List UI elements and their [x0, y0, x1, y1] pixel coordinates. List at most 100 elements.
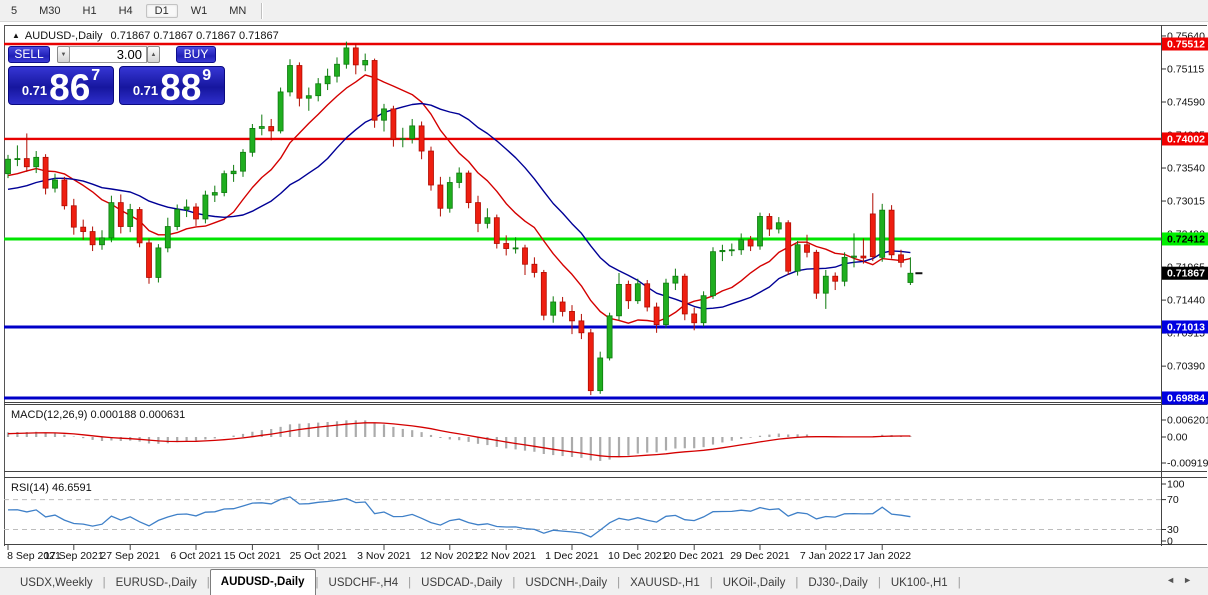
- chart-tab-usdx[interactable]: USDX,Weekly: [10, 571, 103, 595]
- candle-body: [344, 48, 349, 64]
- candle-body: [476, 203, 481, 224]
- candle-body: [325, 76, 330, 84]
- candle-body: [43, 157, 48, 188]
- buy-price-button[interactable]: 0.71889: [119, 66, 225, 105]
- candle-body: [852, 256, 857, 257]
- tab-separator: |: [958, 571, 961, 595]
- macd-axis-label: -0.009197: [1167, 458, 1208, 470]
- buy-button[interactable]: BUY: [176, 46, 216, 63]
- candle-body: [814, 252, 819, 293]
- chart-tab-xauusd[interactable]: XAUUSD-,H1: [620, 571, 710, 595]
- candle-body: [598, 358, 603, 391]
- candle-body: [617, 284, 622, 315]
- date-axis-label[interactable]: 17 Jan 2022: [853, 550, 911, 562]
- chart-tab-dj30[interactable]: DJ30-,Daily: [798, 571, 877, 595]
- hline-price-label: 0.69884: [1167, 392, 1205, 404]
- date-axis-label[interactable]: 15 Oct 2021: [224, 550, 281, 562]
- candle-body: [306, 96, 311, 99]
- candle-body: [90, 232, 95, 245]
- chart-tab-uk100[interactable]: UK100-,H1: [881, 571, 958, 595]
- volume-increase-button[interactable]: ▲: [147, 46, 160, 63]
- candle-body: [81, 227, 86, 231]
- candle-body: [889, 210, 894, 255]
- candle-body: [541, 272, 546, 315]
- date-axis-label[interactable]: 25 Oct 2021: [290, 550, 347, 562]
- price-axis-label: 0.74590: [1167, 96, 1205, 108]
- timeframe-button-mn[interactable]: MN: [220, 4, 255, 18]
- rsi-axis-label: 100: [1167, 479, 1185, 491]
- candle-body: [231, 171, 236, 174]
- candle-body: [523, 248, 528, 264]
- date-axis-label[interactable]: 27 Sep 2021: [100, 550, 160, 562]
- candle-body: [758, 216, 763, 246]
- date-axis-label[interactable]: 1 Dec 2021: [545, 550, 599, 562]
- rsi-label: RSI(14) 46.6591: [11, 482, 92, 494]
- date-axis-label[interactable]: 17 Sep 2021: [44, 550, 104, 562]
- hline-price-label: 0.71013: [1167, 321, 1205, 333]
- date-axis-label[interactable]: 20 Dec 2021: [664, 550, 724, 562]
- candle-body: [241, 152, 246, 171]
- sell-price-button[interactable]: 0.71867: [8, 66, 114, 105]
- candle-body: [654, 307, 659, 325]
- volume-input[interactable]: [69, 46, 147, 63]
- candle-body: [62, 180, 67, 206]
- chart-tab-eurusd[interactable]: EURUSD-,Daily: [106, 571, 207, 595]
- date-axis-label[interactable]: 12 Nov 2021: [420, 550, 480, 562]
- candle-body: [551, 302, 556, 315]
- collapse-triangle-icon[interactable]: ▲: [12, 31, 20, 40]
- date-axis-label[interactable]: 6 Oct 2021: [170, 550, 222, 562]
- candle-body: [391, 109, 396, 139]
- date-axis-label[interactable]: 29 Dec 2021: [730, 550, 790, 562]
- current-price-label: 0.71867: [1167, 268, 1205, 280]
- chart-tab-audusd[interactable]: AUDUSD-,Daily: [210, 569, 316, 595]
- date-axis-label[interactable]: 3 Nov 2021: [357, 550, 411, 562]
- timeframe-button-w1[interactable]: W1: [182, 4, 217, 18]
- sell-button[interactable]: SELL: [8, 46, 50, 63]
- timeframe-button-d1[interactable]: D1: [146, 4, 178, 18]
- timeframe-button-h1[interactable]: H1: [74, 4, 106, 18]
- candle-body: [419, 126, 424, 151]
- candle-body: [880, 210, 885, 257]
- price-axis-label: 0.73015: [1167, 196, 1205, 208]
- macd-axis-label: 0.00: [1167, 432, 1188, 444]
- timeframe-button-5[interactable]: 5: [2, 4, 26, 18]
- macd-axis-label: 0.006201: [1167, 415, 1208, 427]
- date-axis-label[interactable]: 10 Dec 2021: [608, 550, 668, 562]
- date-axis-label[interactable]: 22 Nov 2021: [476, 550, 536, 562]
- candle-body: [635, 284, 640, 301]
- chart-tab-usdcnh[interactable]: USDCNH-,Daily: [515, 571, 617, 595]
- price-axis-label: 0.70390: [1167, 361, 1205, 373]
- candle-body: [899, 255, 904, 263]
- rsi-axis-label: 30: [1167, 524, 1179, 536]
- candle-body: [184, 207, 189, 210]
- candle-body: [100, 238, 105, 245]
- timeframe-button-m30[interactable]: M30: [30, 4, 69, 18]
- candle-body: [335, 64, 340, 76]
- candle-body: [767, 216, 772, 229]
- candle-body: [156, 248, 161, 278]
- macd-label: MACD(12,26,9) 0.000188 0.000631: [11, 409, 185, 421]
- candle-body: [118, 203, 123, 227]
- candle-body: [720, 250, 725, 251]
- candle-body: [259, 127, 264, 129]
- candle-body: [513, 248, 518, 249]
- chart-title: ▲AUDUSD-,Daily0.71867 0.71867 0.71867 0.…: [12, 30, 279, 42]
- candle-body: [466, 173, 471, 203]
- candle-body: [288, 66, 293, 92]
- price-axis-label: 0.73540: [1167, 163, 1205, 175]
- candle-body: [109, 203, 114, 238]
- chart-tab-usdchf[interactable]: USDCHF-,H4: [319, 571, 409, 595]
- candle-body: [447, 182, 452, 208]
- chart-tab-ukoil[interactable]: UKOil-,Daily: [713, 571, 796, 595]
- candle-body: [194, 207, 199, 219]
- timeframe-button-h4[interactable]: H4: [110, 4, 142, 18]
- one-click-trade-panel: SELL ▼ ▲ BUY 0.71867 0.71889: [8, 46, 226, 105]
- tab-scroll-arrows[interactable]: ◄►: [1166, 575, 1200, 585]
- candle-body: [795, 245, 800, 271]
- chart-tab-bar: USDX,Weekly|EURUSD-,Daily|AUDUSD-,Daily|…: [0, 567, 1208, 595]
- candle-body: [588, 333, 593, 391]
- date-axis-label[interactable]: 7 Jan 2022: [800, 550, 852, 562]
- chart-tab-usdcad[interactable]: USDCAD-,Daily: [411, 571, 512, 595]
- candle-body: [908, 273, 913, 282]
- toolbar-separator: [261, 3, 263, 19]
